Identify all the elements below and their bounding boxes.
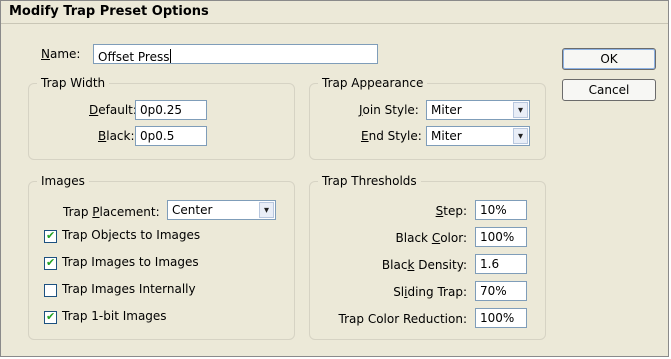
- trap-placement-select[interactable]: Center ▾: [167, 200, 276, 220]
- end-style-value: Miter: [431, 129, 462, 143]
- black-width-label: Black:: [98, 129, 135, 143]
- black-density-label: Black Density:: [381, 258, 467, 272]
- default-width-label: Default:: [89, 103, 137, 117]
- text-cursor: [170, 49, 172, 63]
- black-color-label: Black Color:: [395, 231, 467, 245]
- join-style-select[interactable]: Miter ▾: [426, 100, 530, 120]
- trap-placement-value: Center: [172, 203, 213, 217]
- checkbox-label[interactable]: Trap Images to Images: [62, 255, 199, 269]
- chevron-down-icon[interactable]: ▾: [513, 102, 528, 118]
- sliding-trap-input[interactable]: 70%: [475, 281, 527, 301]
- end-style-select[interactable]: Miter ▾: [426, 126, 530, 146]
- trap-color-reduction-input[interactable]: 100%: [475, 308, 527, 328]
- trap-appearance-group: Trap Appearance: [309, 76, 546, 160]
- checkmark-icon: ✔: [46, 310, 56, 323]
- name-label: Name:: [41, 47, 81, 61]
- trap-color-reduction-label: Trap Color Reduction:: [338, 312, 467, 326]
- join-style-label: Join Style:: [359, 103, 419, 117]
- step-input[interactable]: 10%: [475, 200, 527, 220]
- checkbox[interactable]: ✔: [44, 229, 57, 243]
- checkbox-label[interactable]: Trap Images Internally: [62, 282, 196, 296]
- chevron-down-icon[interactable]: ▾: [513, 128, 528, 144]
- checkbox-label[interactable]: Trap 1-bit Images: [62, 309, 167, 323]
- name-input[interactable]: Offset Press: [93, 44, 378, 64]
- checkmark-icon: ✔: [46, 256, 56, 269]
- sliding-trap-label: Sliding Trap:: [393, 285, 467, 299]
- black-width-input[interactable]: 0p0.5: [135, 126, 207, 146]
- checkbox[interactable]: [44, 284, 57, 297]
- dialog-title: Modify Trap Preset Options: [9, 4, 209, 19]
- checkbox-label[interactable]: Trap Objects to Images: [62, 228, 200, 242]
- checkbox[interactable]: ✔: [44, 310, 57, 324]
- trap-placement-label: Trap Placement:: [63, 205, 160, 219]
- chevron-down-icon[interactable]: ▾: [259, 202, 274, 218]
- trap-width-group: Trap Width: [28, 76, 295, 160]
- trap-thresholds-title: Trap Thresholds: [318, 174, 421, 188]
- end-style-label: End Style:: [361, 129, 422, 143]
- default-width-input[interactable]: 0p0.25: [135, 100, 207, 120]
- step-label: Step:: [435, 204, 467, 218]
- ok-button[interactable]: OK: [562, 48, 656, 70]
- cancel-button[interactable]: Cancel: [562, 79, 656, 101]
- black-density-input[interactable]: 1.6: [475, 254, 527, 274]
- title-bar: Modify Trap Preset Options: [1, 1, 668, 24]
- join-style-value: Miter: [431, 103, 462, 117]
- checkmark-icon: ✔: [46, 229, 56, 242]
- black-color-input[interactable]: 100%: [475, 227, 527, 247]
- trap-width-title: Trap Width: [37, 76, 110, 90]
- modify-trap-preset-dialog: Modify Trap Preset Options Name: Offset …: [0, 0, 669, 357]
- checkbox[interactable]: ✔: [44, 256, 57, 270]
- images-title: Images: [37, 174, 89, 188]
- trap-appearance-title: Trap Appearance: [318, 76, 428, 90]
